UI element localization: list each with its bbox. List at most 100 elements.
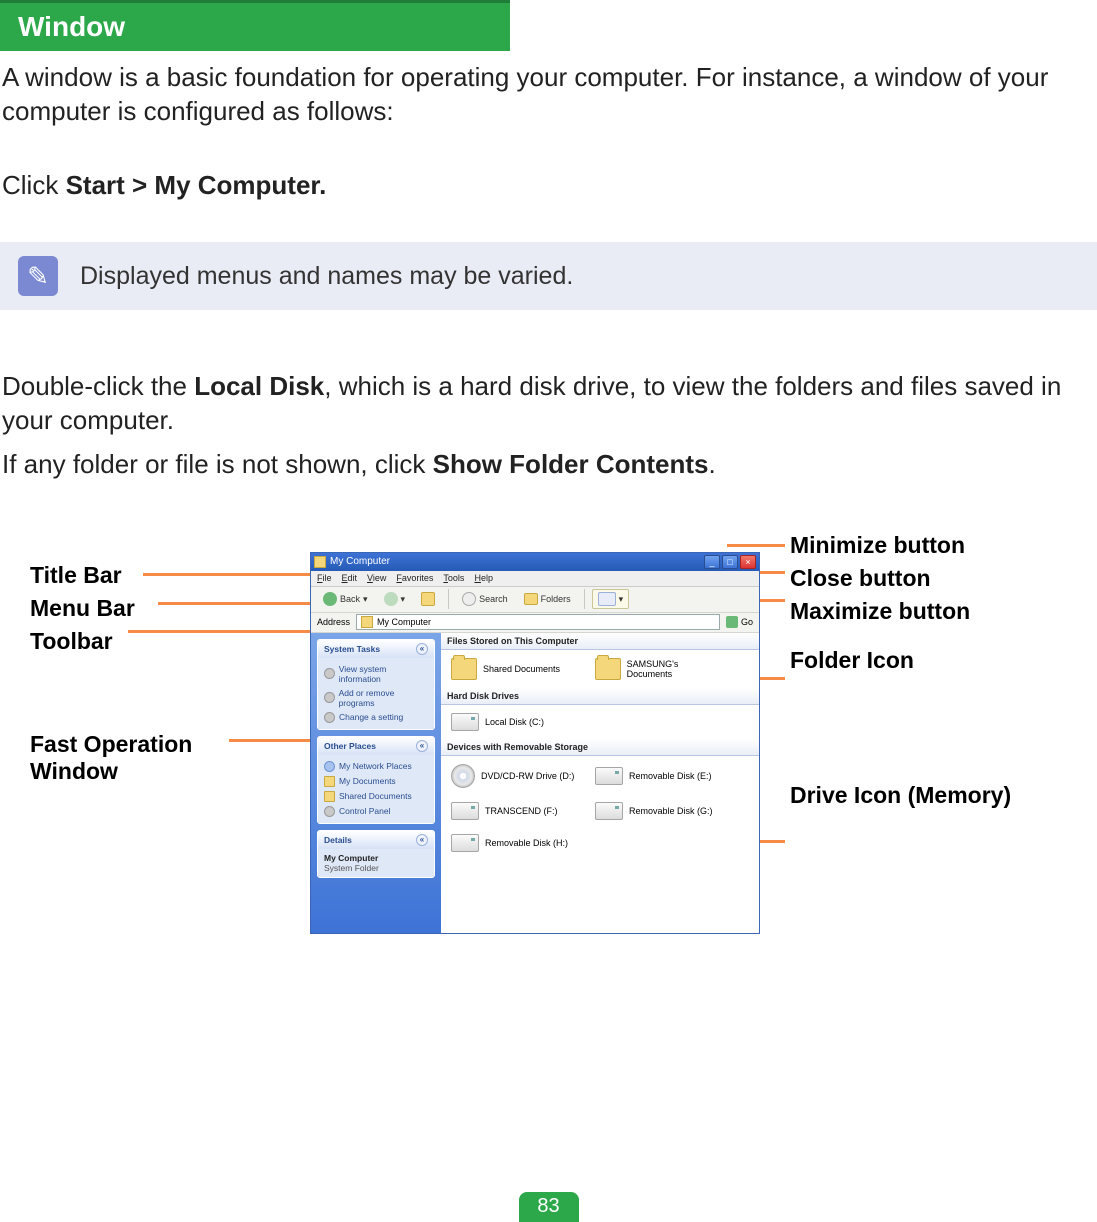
- details-panel: Details« My Computer System Folder: [317, 830, 435, 878]
- drive-removable-e[interactable]: Removable Disk (E:): [595, 764, 725, 788]
- callout-folder-icon: Folder Icon: [790, 647, 1090, 674]
- task-label: View system information: [339, 664, 428, 684]
- para2-b: Local Disk: [194, 371, 324, 401]
- folders-icon: [524, 593, 538, 605]
- maximize-button[interactable]: □: [722, 555, 738, 569]
- folder-shared-documents[interactable]: Shared Documents: [451, 658, 581, 680]
- place-my-network[interactable]: My Network Places: [324, 759, 428, 774]
- optical-drive-icon: [451, 764, 475, 788]
- other-places-title: Other Places: [324, 741, 376, 751]
- my-computer-icon: [361, 616, 373, 628]
- views-button[interactable]: ▾: [592, 589, 630, 609]
- callout-line: [727, 544, 785, 547]
- task-add-remove-programs[interactable]: Add or remove programs: [324, 686, 428, 710]
- menu-edit[interactable]: Edit: [342, 573, 358, 584]
- address-field[interactable]: My Computer: [356, 614, 720, 630]
- views-icon: [598, 592, 616, 606]
- collapse-icon[interactable]: «: [416, 643, 428, 655]
- note-pencil-icon: ✎: [18, 256, 58, 296]
- details-title: Details: [324, 835, 352, 845]
- place-label: Control Panel: [339, 806, 391, 816]
- paragraph-localdisk: Double-click the Local Disk, which is a …: [2, 370, 1095, 438]
- para3-a: If any folder or file is not shown, clic…: [2, 449, 433, 479]
- note-box: ✎ Displayed menus and names may be varie…: [0, 242, 1097, 310]
- drive-removable-g[interactable]: Removable Disk (G:): [595, 802, 725, 820]
- removable-drive-icon: [595, 767, 623, 785]
- up-button[interactable]: [415, 589, 441, 609]
- callout-line: [128, 630, 321, 633]
- para2-a: Double-click the: [2, 371, 194, 401]
- programs-icon: [324, 692, 335, 703]
- task-view-system-info[interactable]: View system information: [324, 662, 428, 686]
- right-callout-labels: Minimize button Close button Maximize bu…: [790, 532, 1090, 815]
- folder-samsung-documents[interactable]: SAMSUNG's Documents: [595, 658, 725, 680]
- task-label: Add or remove programs: [339, 688, 428, 708]
- collapse-icon[interactable]: «: [416, 834, 428, 846]
- details-header[interactable]: Details «: [318, 831, 434, 849]
- note-text: Displayed menus and names may be varied.: [80, 262, 573, 291]
- place-control-panel[interactable]: Control Panel: [324, 804, 428, 819]
- folder-icon: [324, 776, 335, 787]
- close-button[interactable]: ×: [740, 555, 756, 569]
- menu-bar[interactable]: File Edit View Favorites Tools Help: [311, 571, 759, 587]
- go-button[interactable]: Go: [726, 616, 753, 628]
- callout-close-button: Close button: [790, 565, 1090, 592]
- toolbar: Back ▾ ▾ Search Folders ▾: [311, 587, 759, 613]
- instr-prefix: Click: [2, 170, 66, 200]
- menu-tools[interactable]: Tools: [443, 573, 464, 584]
- folder-label: SAMSUNG's Documents: [627, 659, 725, 679]
- callout-drive-icon: Drive Icon (Memory): [790, 782, 1090, 809]
- drive-dvd-cdrw-d[interactable]: DVD/CD-RW Drive (D:): [451, 764, 581, 788]
- callout-minimize-button: Minimize button: [790, 532, 1090, 559]
- drive-removable-h[interactable]: Removable Disk (H:): [451, 834, 581, 852]
- menu-view[interactable]: View: [367, 573, 386, 584]
- menu-file[interactable]: File: [317, 573, 332, 584]
- minimize-button[interactable]: _: [704, 555, 720, 569]
- task-change-setting[interactable]: Change a setting: [324, 710, 428, 725]
- window-diagram: Title Bar Menu Bar Toolbar Fast Operatio…: [0, 532, 1097, 1052]
- system-tasks-title: System Tasks: [324, 644, 380, 654]
- removable-drive-icon: [451, 802, 479, 820]
- toolbar-separator: [448, 589, 449, 609]
- drive-label: Removable Disk (E:): [629, 771, 712, 781]
- removable-drive-icon: [451, 834, 479, 852]
- back-button[interactable]: Back ▾: [317, 589, 374, 609]
- details-name: My Computer: [324, 853, 428, 863]
- category-hard-disk-drives: Hard Disk Drives: [441, 688, 759, 705]
- folders-button[interactable]: Folders: [518, 590, 577, 608]
- callout-menu-bar: Menu Bar: [30, 595, 290, 622]
- network-icon: [324, 761, 335, 772]
- removable-drive-icon: [595, 802, 623, 820]
- paragraph-showcontents: If any folder or file is not shown, clic…: [2, 448, 1095, 482]
- task-label: Change a setting: [339, 712, 403, 722]
- place-label: My Documents: [339, 776, 396, 786]
- task-pane: System Tasks « View system information Ad…: [311, 633, 441, 933]
- back-label: Back: [340, 594, 360, 604]
- place-shared-documents[interactable]: Shared Documents: [324, 789, 428, 804]
- folder-icon: [324, 791, 335, 802]
- place-my-documents[interactable]: My Documents: [324, 774, 428, 789]
- drive-local-disk-c[interactable]: Local Disk (C:): [451, 713, 581, 731]
- system-tasks-header[interactable]: System Tasks «: [318, 640, 434, 658]
- other-places-header[interactable]: Other Places «: [318, 737, 434, 755]
- forward-button[interactable]: ▾: [378, 589, 412, 609]
- para3-b: Show Folder Contents: [433, 449, 709, 479]
- search-button[interactable]: Search: [456, 589, 514, 609]
- menu-favorites[interactable]: Favorites: [396, 573, 433, 584]
- place-label: My Network Places: [339, 761, 412, 771]
- section-header: Window: [0, 0, 510, 51]
- my-computer-window: My Computer _ □ × File Edit View Favorit…: [310, 552, 760, 934]
- para3-c: .: [709, 449, 716, 479]
- place-label: Shared Documents: [339, 791, 412, 801]
- address-value: My Computer: [377, 617, 431, 627]
- my-computer-icon: [314, 556, 326, 568]
- system-tasks-panel: System Tasks « View system information Ad…: [317, 639, 435, 730]
- search-label: Search: [479, 594, 508, 604]
- drive-transcend-f[interactable]: TRANSCEND (F:): [451, 802, 581, 820]
- collapse-icon[interactable]: «: [416, 740, 428, 752]
- go-icon: [726, 616, 738, 628]
- category-removable-storage: Devices with Removable Storage: [441, 739, 759, 756]
- menu-help[interactable]: Help: [474, 573, 493, 584]
- title-bar[interactable]: My Computer _ □ ×: [311, 553, 759, 571]
- up-icon: [421, 592, 435, 606]
